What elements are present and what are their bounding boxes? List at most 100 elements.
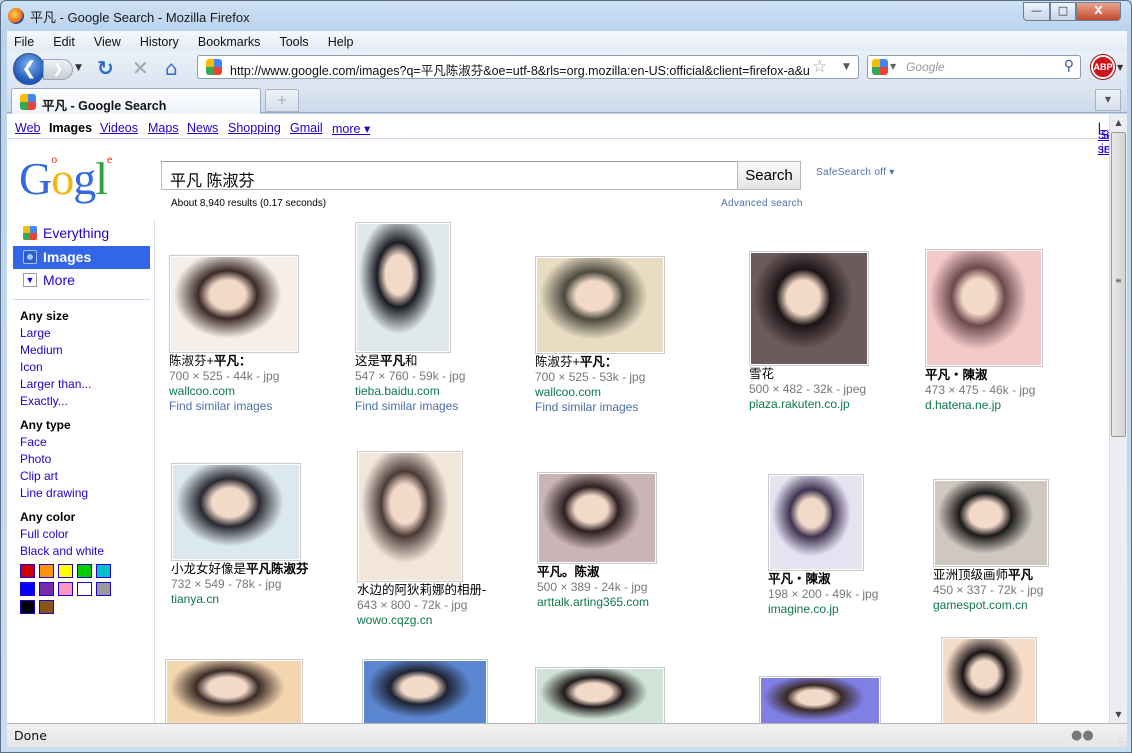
search-bar[interactable]: ▼ Google ⚲ xyxy=(867,55,1081,79)
result-title[interactable]: 平凡。陈淑 xyxy=(537,565,657,580)
sign-in-link[interactable]: Sign in xyxy=(1101,128,1109,156)
result-title[interactable]: 陈淑芬+平凡： xyxy=(535,355,665,370)
find-similar-link[interactable]: Find similar images xyxy=(535,400,665,415)
result-title[interactable]: 水边的阿狄莉娜的相册- xyxy=(357,583,486,598)
scrollbar-thumb[interactable]: ≡ xyxy=(1111,132,1126,437)
forward-button[interactable]: ❯ xyxy=(43,59,73,80)
color-heading[interactable]: Any color xyxy=(20,510,75,524)
result-thumbnail[interactable] xyxy=(749,251,869,366)
stop-icon[interactable]: ✕ xyxy=(132,57,149,79)
google-logo[interactable]: Go ogl e xyxy=(19,152,112,205)
size-icon[interactable]: Icon xyxy=(20,360,43,374)
adblock-plus-icon[interactable]: ABP xyxy=(1091,55,1115,79)
result-thumbnail[interactable] xyxy=(941,637,1037,723)
color-swatch[interactable] xyxy=(96,564,111,578)
size-heading[interactable]: Any size xyxy=(20,309,69,323)
search-button[interactable]: Search xyxy=(737,161,801,190)
find-similar-link[interactable]: Find similar images xyxy=(169,399,299,414)
result-thumbnail[interactable] xyxy=(165,659,303,723)
result-thumbnail[interactable] xyxy=(925,249,1043,367)
color-black-white[interactable]: Black and white xyxy=(20,544,104,558)
back-button[interactable]: ❮ xyxy=(13,53,45,85)
type-heading[interactable]: Any type xyxy=(20,418,71,432)
result-thumbnail[interactable] xyxy=(355,222,451,353)
search-magnifier-icon[interactable]: ⚲ xyxy=(1064,58,1074,74)
color-swatch[interactable] xyxy=(39,600,54,614)
reload-icon[interactable]: ↻ xyxy=(97,57,114,79)
minimize-button[interactable]: — xyxy=(1023,2,1050,21)
menu-tools[interactable]: Tools xyxy=(279,35,308,49)
nav-gmail[interactable]: Gmail xyxy=(290,121,323,135)
type-face[interactable]: Face xyxy=(20,435,47,449)
color-swatch[interactable] xyxy=(58,582,73,596)
safesearch-dropdown[interactable]: SafeSearch off ▾ xyxy=(816,167,895,178)
result-title[interactable]: 小龙女好像是平凡陈淑芬 xyxy=(171,562,309,577)
addon-status-icon[interactable]: ●● xyxy=(1071,728,1094,743)
menu-bookmarks[interactable]: Bookmarks xyxy=(198,35,261,49)
color-swatch[interactable] xyxy=(58,564,73,578)
adblock-dropdown-icon[interactable]: ▼ xyxy=(1117,63,1123,72)
size-exactly[interactable]: Exactly... xyxy=(20,394,68,408)
nav-web[interactable]: Web xyxy=(15,121,40,135)
nav-maps[interactable]: Maps xyxy=(148,121,179,135)
search-engine-dropdown-icon[interactable]: ▼ xyxy=(890,62,896,71)
vertical-scrollbar[interactable]: ▲ ≡ ▼ xyxy=(1109,114,1127,723)
resize-grip-icon[interactable]: ∴ xyxy=(1119,736,1124,745)
type-line-drawing[interactable]: Line drawing xyxy=(20,486,88,500)
result-thumbnail[interactable] xyxy=(357,451,463,582)
sidebar-item-images[interactable]: Images xyxy=(13,246,150,269)
color-swatch[interactable] xyxy=(20,564,35,578)
size-larger-than[interactable]: Larger than... xyxy=(20,377,91,391)
result-title[interactable]: 陈淑芬+平凡： xyxy=(169,354,299,369)
result-thumbnail[interactable] xyxy=(171,463,301,561)
result-title[interactable]: 雪花 xyxy=(749,367,869,382)
size-medium[interactable]: Medium xyxy=(20,343,63,357)
url-bar[interactable]: http://www.google.com/images?q=平凡陈淑芬&oe=… xyxy=(197,55,859,79)
result-thumbnail[interactable] xyxy=(537,472,657,564)
maximize-button[interactable]: □ xyxy=(1050,2,1076,21)
menu-view[interactable]: View xyxy=(94,35,121,49)
menu-help[interactable]: Help xyxy=(328,35,354,49)
color-full[interactable]: Full color xyxy=(20,527,69,541)
result-thumbnail[interactable] xyxy=(759,676,881,723)
url-dropdown-icon[interactable]: ▼ xyxy=(843,62,850,72)
color-swatch[interactable] xyxy=(77,582,92,596)
type-photo[interactable]: Photo xyxy=(20,452,51,466)
color-swatch[interactable] xyxy=(96,582,111,596)
color-swatch[interactable] xyxy=(39,564,54,578)
result-title[interactable]: 平凡・陳淑 xyxy=(925,368,1043,383)
tab-google-search[interactable]: 平凡 - Google Search xyxy=(11,88,261,114)
menu-file[interactable]: File xyxy=(14,35,34,49)
search-engine-icon[interactable] xyxy=(872,59,888,75)
color-swatch[interactable] xyxy=(20,600,35,614)
result-title[interactable]: 这是平凡和 xyxy=(355,354,465,369)
bookmark-star-icon[interactable]: ☆ xyxy=(812,57,827,77)
search-placeholder[interactable]: Google xyxy=(906,60,945,74)
size-large[interactable]: Large xyxy=(20,326,51,340)
find-similar-link[interactable]: Find similar images xyxy=(355,399,465,414)
color-swatch[interactable] xyxy=(39,582,54,596)
home-icon[interactable]: ⌂ xyxy=(165,57,178,79)
search-query[interactable]: 平凡 陈淑芬 xyxy=(170,167,254,191)
nav-videos[interactable]: Videos xyxy=(100,121,138,135)
result-thumbnail[interactable] xyxy=(535,667,665,723)
advanced-search-link[interactable]: Advanced search xyxy=(721,198,803,209)
menu-edit[interactable]: Edit xyxy=(53,35,75,49)
type-clip-art[interactable]: Clip art xyxy=(20,469,58,483)
result-thumbnail[interactable] xyxy=(535,256,665,354)
sidebar-item-everything[interactable]: Everything xyxy=(13,222,150,245)
result-thumbnail[interactable] xyxy=(169,255,299,353)
sidebar-item-more[interactable]: ▼ More xyxy=(13,269,150,292)
result-thumbnail[interactable] xyxy=(768,474,864,571)
tab-list-button[interactable]: ▼ xyxy=(1095,89,1121,111)
history-dropdown-icon[interactable]: ▼ xyxy=(75,63,82,73)
result-thumbnail[interactable] xyxy=(933,479,1049,567)
menu-history[interactable]: History xyxy=(140,35,179,49)
scroll-up-icon[interactable]: ▲ xyxy=(1110,114,1127,131)
scroll-down-icon[interactable]: ▼ xyxy=(1110,706,1127,723)
url-text[interactable]: http://www.google.com/images?q=平凡陈淑芬&oe=… xyxy=(230,60,810,79)
close-button[interactable]: X xyxy=(1076,2,1121,21)
nav-more[interactable]: more ▾ xyxy=(332,121,370,136)
new-tab-button[interactable]: + xyxy=(265,89,299,112)
result-title[interactable]: 平凡・陳淑 xyxy=(768,572,878,587)
